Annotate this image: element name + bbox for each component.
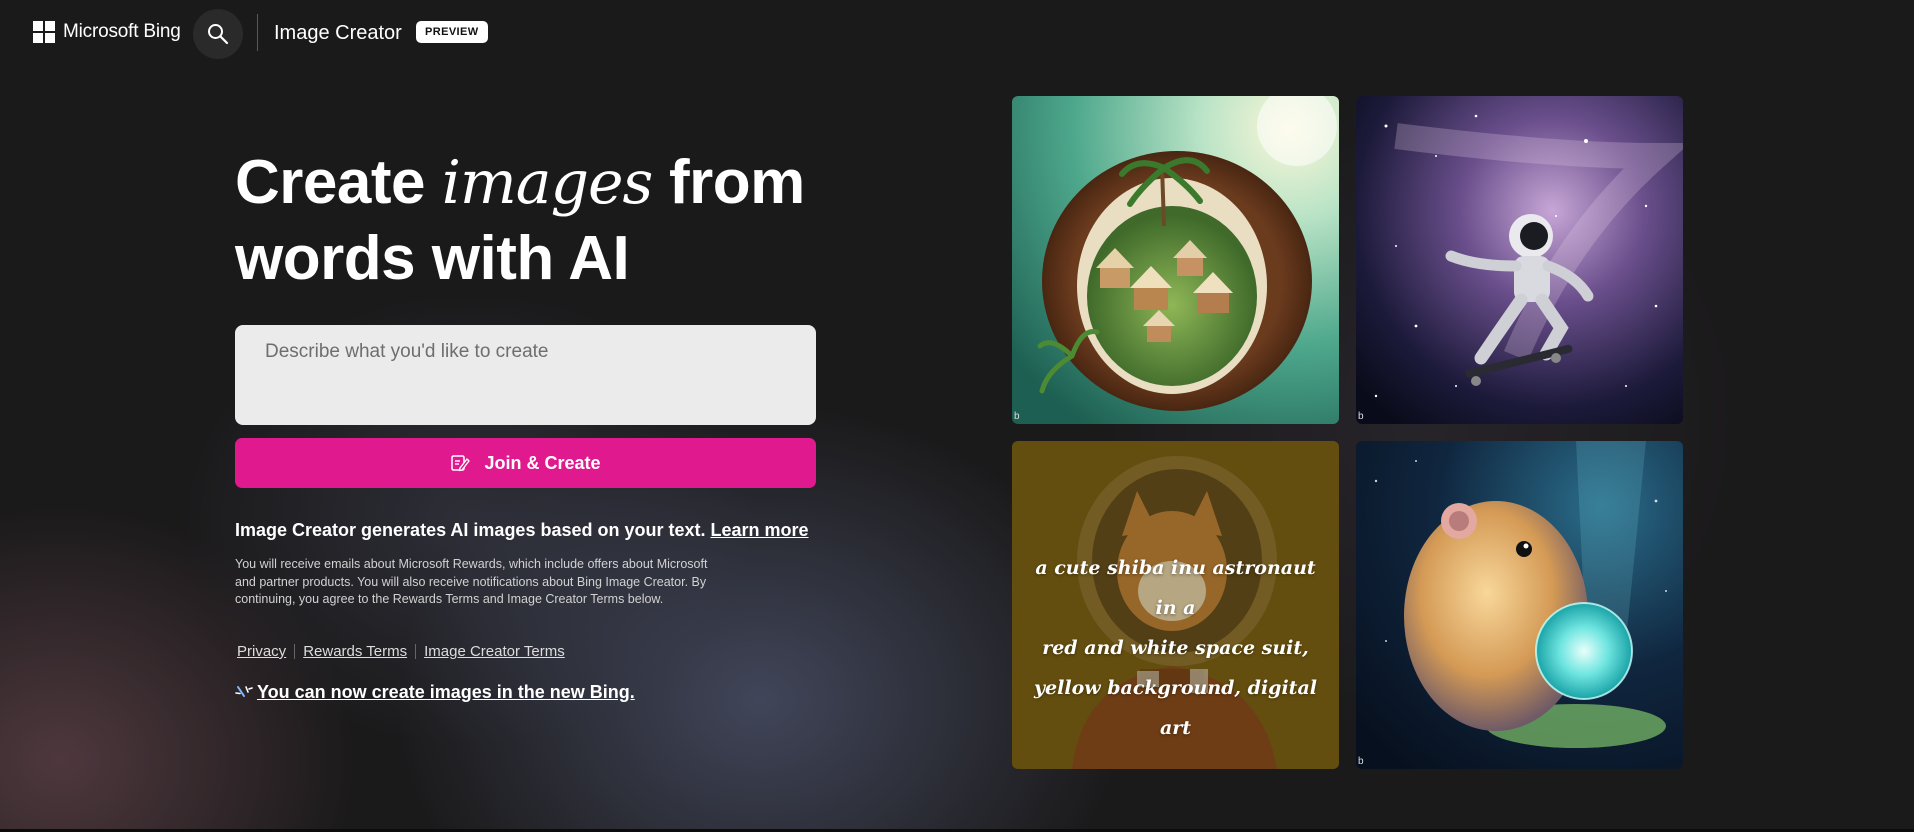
header-divider [257, 14, 258, 51]
image-prompt-caption: a cute shiba inu astronaut in a red and … [1012, 548, 1339, 748]
caption-line-1: a cute shiba inu astronaut in a [1035, 557, 1316, 619]
create-edit-icon [451, 455, 471, 472]
space-skater-image [1356, 96, 1683, 424]
brand-name: Microsoft Bing [63, 21, 181, 42]
bing-watermark: b [1358, 756, 1364, 767]
coconut-village-image [1012, 96, 1339, 424]
privacy-link[interactable]: Privacy [237, 643, 286, 660]
link-separator [294, 644, 296, 659]
hamster-orb-image [1356, 441, 1683, 769]
page-title: Create images from words with AI [235, 145, 855, 296]
microsoft-logo-icon [33, 21, 55, 43]
legal-links: Privacy Rewards Terms Image Creator Term… [237, 643, 565, 660]
fine-print: You will receive emails about Microsoft … [235, 557, 708, 606]
microsoft-bing-logo[interactable]: Microsoft Bing [33, 21, 181, 43]
gallery-image-hamster-orb[interactable]: b [1356, 441, 1683, 769]
link-separator [415, 644, 417, 659]
header: Microsoft Bing Image Creator PREVIEW [0, 0, 1914, 66]
gallery-image-coconut-village[interactable]: b [1012, 96, 1339, 424]
search-button[interactable] [193, 9, 243, 59]
caption-line-2: red and white space suit, [1042, 637, 1309, 659]
gallery-image-space-skater[interactable]: b [1356, 96, 1683, 424]
gallery-image-shiba-astronaut[interactable]: a cute shiba inu astronaut in a red and … [1012, 441, 1339, 769]
info-text: Image Creator generates AI images based … [235, 520, 809, 541]
app-title[interactable]: Image Creator [274, 22, 402, 45]
title-emphasis: images [441, 148, 654, 218]
caption-line-3: yellow background, digital art [1034, 677, 1317, 739]
search-icon [208, 24, 229, 45]
new-bing-notice: You can now create images in the new Bin… [235, 682, 635, 703]
info-description: Image Creator generates AI images based … [235, 520, 706, 540]
preview-badge: PREVIEW [416, 21, 488, 43]
join-button-label: Join & Create [484, 452, 601, 473]
learn-more-link[interactable]: Learn more [711, 520, 809, 540]
prompt-input[interactable] [235, 325, 816, 425]
title-part-1: Create [235, 148, 442, 217]
bing-watermark: b [1014, 411, 1020, 422]
rewards-terms-link[interactable]: Rewards Terms [303, 643, 407, 660]
new-bing-link[interactable]: You can now create images in the new Bin… [257, 682, 635, 703]
join-and-create-button[interactable]: Join & Create [235, 438, 816, 488]
bing-watermark: b [1358, 411, 1364, 422]
image-creator-terms-link[interactable]: Image Creator Terms [424, 643, 565, 660]
sparkle-icon [235, 685, 253, 697]
